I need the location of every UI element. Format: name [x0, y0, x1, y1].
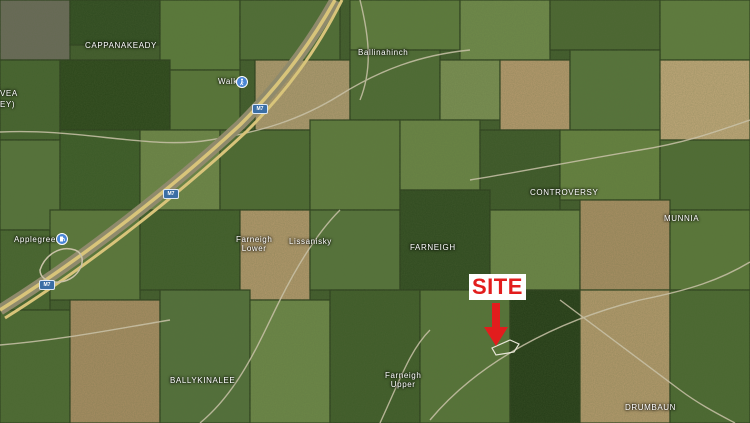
map-view[interactable]: CAPPANAKEADY Ballinahinch Walk VEA EY) A…	[0, 0, 750, 423]
place-label-controversy: CONTROVERSY	[530, 188, 599, 197]
road-shield-m7: M7	[163, 189, 179, 199]
place-label-farneigh: FARNEIGH	[410, 243, 456, 252]
fuel-icon[interactable]	[56, 233, 68, 245]
farneigh-upper-line1: Farneigh	[385, 371, 422, 380]
farneigh-lower-line2: Lower	[241, 244, 267, 253]
road-shield-m7: M7	[39, 280, 55, 290]
farneigh-upper-line2: Upper	[390, 380, 416, 389]
place-label-ey: EY)	[0, 100, 16, 109]
place-label-ballinahinch: Ballinahinch	[358, 48, 409, 57]
place-label-applegreen: Applegreen	[14, 235, 61, 244]
farneigh-lower-line1: Farneigh	[236, 235, 273, 244]
site-arrow-icon	[484, 303, 508, 346]
place-label-lissanisky: Lissanisky	[289, 237, 332, 246]
place-label-vea: VEA	[0, 89, 18, 98]
site-label: SITE	[469, 274, 526, 300]
satellite-imagery	[0, 0, 750, 423]
place-label-ballykinalee: BALLYKINALEE	[170, 376, 236, 385]
place-label-cappanakeady: CAPPANAKEADY	[85, 41, 157, 50]
walking-icon[interactable]	[236, 76, 248, 88]
place-label-drumbaun: DRUMBAUN	[625, 403, 677, 412]
place-label-munnia: MUNNIA	[664, 214, 700, 223]
place-label-farneigh-upper: Farneigh Upper	[385, 371, 421, 389]
place-label-farneigh-lower: Farneigh Lower	[236, 235, 272, 253]
place-label-walk: Walk	[218, 77, 238, 86]
road-shield-m7: M7	[252, 104, 268, 114]
